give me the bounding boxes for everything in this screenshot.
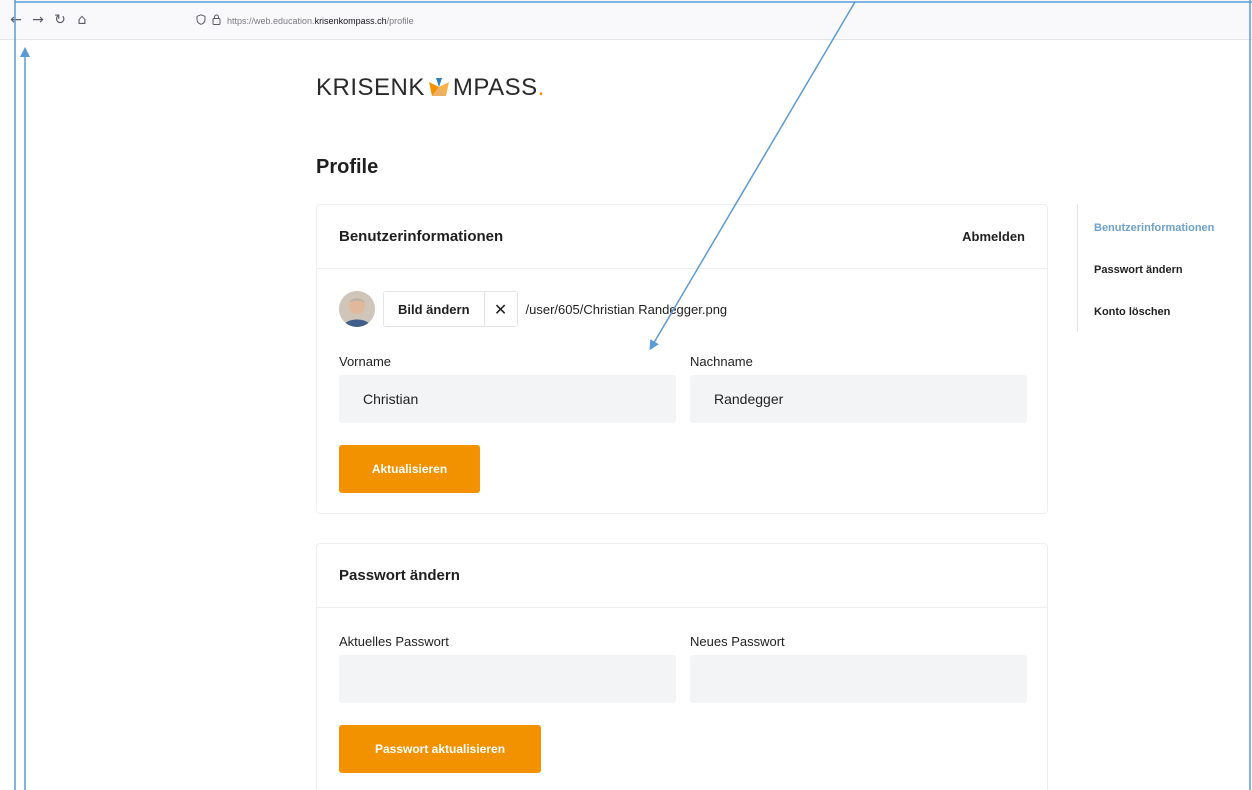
update-button[interactable]: Aktualisieren <box>339 445 480 493</box>
url-host: krisenkompass.ch <box>314 16 387 26</box>
password-card: Passwort ändern Aktuelles Passwort Neues… <box>316 543 1048 790</box>
krisenkompass-logo[interactable]: KRISENK MPASS. <box>316 74 545 102</box>
first-name-field[interactable] <box>339 375 676 423</box>
update-password-button[interactable]: Passwort aktualisieren <box>339 725 541 773</box>
side-nav-item-delete-account[interactable]: Konto löschen <box>1094 306 1170 318</box>
logout-link[interactable]: Abmelden <box>962 229 1025 244</box>
last-name-label: Nachname <box>690 354 753 369</box>
back-arrow-icon[interactable]: ← <box>8 12 24 28</box>
forward-arrow-icon[interactable]: → <box>30 12 46 28</box>
url-path: /profile <box>386 16 414 26</box>
picture-button-group: Bild ändern ✕ <box>383 291 518 327</box>
url-prefix: https://web.education. <box>227 16 315 26</box>
user-info-title: Benutzerinformationen <box>339 228 504 245</box>
current-password-field[interactable] <box>339 655 676 703</box>
last-name-field[interactable] <box>690 375 1027 423</box>
password-title: Passwort ändern <box>339 567 460 584</box>
user-info-card: Benutzerinformationen Abmelden Bild ände… <box>316 204 1048 514</box>
first-name-label: Vorname <box>339 354 392 369</box>
password-card-header: Passwort ändern <box>317 544 1047 608</box>
side-nav-item-change-password[interactable]: Passwort ändern <box>1094 264 1183 276</box>
lock-icon <box>212 14 221 28</box>
side-nav-item-user-info[interactable]: Benutzerinformationen <box>1094 222 1214 234</box>
reload-icon[interactable]: ↻ <box>52 12 68 28</box>
shield-icon <box>196 14 206 28</box>
user-info-card-header: Benutzerinformationen Abmelden <box>317 205 1047 269</box>
close-icon[interactable]: ✕ <box>484 292 517 326</box>
avatar <box>339 291 375 327</box>
compass-logo-icon <box>428 78 449 96</box>
logo-dot: . <box>537 74 545 101</box>
logo-text-right: MPASS <box>452 74 538 101</box>
current-password-label: Aktuelles Passwort <box>339 634 449 649</box>
profile-picture-row: Bild ändern ✕ /user/605/Christian Randeg… <box>339 291 727 327</box>
logo-text-left: KRISENK <box>316 74 425 101</box>
change-picture-button[interactable]: Bild ändern <box>384 292 485 326</box>
new-password-field[interactable] <box>690 655 1027 703</box>
address-bar[interactable]: https://web.education. krisenkompass.ch/p… <box>196 13 414 29</box>
browser-toolbar: ← → ↻ ⌂ https://web.education. krisenkomp… <box>0 0 1252 40</box>
side-navigation: Benutzerinformationen Passwort ändern Ko… <box>1077 204 1252 332</box>
page-title: Profile <box>316 156 379 178</box>
picture-filename: /user/605/Christian Randegger.png <box>525 301 728 317</box>
home-icon[interactable]: ⌂ <box>74 12 90 28</box>
new-password-label: Neues Passwort <box>690 634 785 649</box>
